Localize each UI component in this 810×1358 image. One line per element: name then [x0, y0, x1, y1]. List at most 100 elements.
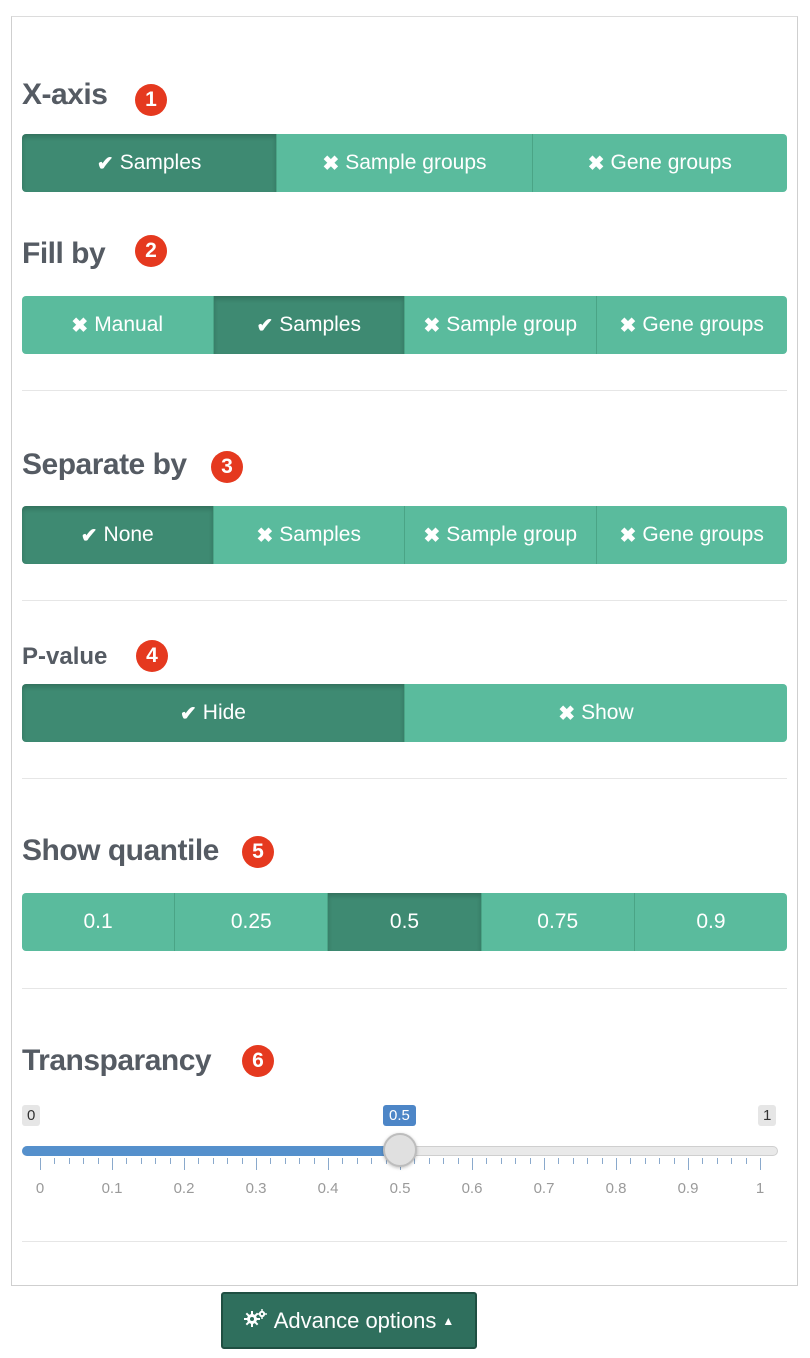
slider-tick	[544, 1158, 545, 1170]
slider-tick-label: 0.2	[173, 1180, 195, 1197]
fillby-option-button[interactable]: ✔ Samples	[213, 296, 405, 354]
separateby-button-group: ✔ None ✖ Samples ✖ Sample group ✖ Gene groups	[22, 506, 787, 564]
slider-max-label: 1	[758, 1105, 777, 1126]
xaxis-option-label: Gene groups	[610, 151, 732, 174]
quantile-option-button[interactable]: 0.75	[481, 893, 635, 951]
slider-tick	[112, 1158, 113, 1170]
advance-options-button[interactable]: Advance options ▲	[221, 1292, 477, 1349]
x-icon: ✖	[256, 524, 274, 547]
separateby-option-label: None	[103, 523, 154, 546]
slider-tick	[529, 1158, 531, 1164]
slider-tick	[587, 1158, 589, 1164]
check-icon: ✔	[180, 702, 197, 725]
slider-tick	[630, 1158, 632, 1164]
slider-tick	[472, 1158, 473, 1170]
slider-tick	[212, 1158, 214, 1164]
xaxis-title: X-axis	[22, 78, 108, 111]
transparancy-title: Transparancy	[22, 1044, 212, 1077]
slider-tick	[414, 1158, 416, 1164]
separateby-option-button[interactable]: ✖ Samples	[213, 506, 405, 564]
slider-tick	[284, 1158, 286, 1164]
slider-tick	[40, 1158, 41, 1170]
slider-tick	[97, 1158, 99, 1164]
slider-tick	[68, 1158, 70, 1164]
pvalue-option-button[interactable]: ✔ Hide	[22, 684, 405, 742]
separateby-option-button[interactable]: ✖ Gene groups	[596, 506, 787, 564]
x-icon: ✖	[322, 152, 340, 175]
xaxis-option-button[interactable]: ✔ Samples	[22, 134, 278, 192]
slider-tick	[428, 1158, 430, 1164]
slider-tick	[328, 1158, 329, 1170]
slider-min-label: 0	[22, 1105, 41, 1126]
slider-tick	[659, 1158, 661, 1164]
check-icon: ✔	[256, 314, 274, 337]
xaxis-option-label: Samples	[119, 151, 202, 174]
fillby-button-group: ✖ Manual ✔ Samples ✖ Sample group ✖ Gene groups	[22, 296, 787, 354]
slider-tick	[256, 1158, 257, 1170]
x-icon: ✖	[619, 524, 637, 547]
slider-tick	[731, 1158, 733, 1164]
slider-tick	[241, 1158, 243, 1164]
fillby-option-label: Sample group	[446, 313, 577, 336]
x-icon: ✖	[587, 152, 605, 175]
advance-options-label: Advance options	[273, 1307, 437, 1333]
separateby-option-button[interactable]: ✔ None	[22, 506, 214, 564]
quantile-option-button[interactable]: 0.25	[175, 893, 329, 951]
slider-tick	[198, 1158, 200, 1164]
quantile-button-group: 0.1 0.25 0.5 0.75 0.9	[22, 893, 788, 951]
fillby-option-button[interactable]: ✖ Manual	[22, 296, 214, 354]
slider-tick-label: 0.9	[677, 1180, 699, 1197]
slider-tick	[227, 1158, 229, 1164]
slider-tick	[169, 1158, 171, 1164]
fillby-option-button[interactable]: ✖ Gene groups	[596, 296, 787, 354]
slider-tick	[54, 1158, 56, 1164]
xaxis-option-button[interactable]: ✖ Sample groups	[277, 134, 533, 192]
slider-tick	[356, 1158, 358, 1164]
fillby-title: Fill by	[22, 237, 106, 270]
badge-6: 6	[242, 1045, 274, 1077]
slider-tick	[155, 1158, 157, 1164]
separateby-option-button[interactable]: ✖ Sample group	[405, 506, 597, 564]
slider-tick	[184, 1158, 185, 1170]
slider-tick	[83, 1158, 85, 1164]
quantile-option-button[interactable]: 0.9	[634, 893, 788, 951]
slider-tick	[500, 1158, 502, 1164]
x-icon: ✖	[71, 314, 89, 337]
transparancy-slider[interactable]: 0 1 0.5 0 0.1 0.2 0.3 0.4 0.5 0.6 0.7 0.8 0.9 1	[22, 1100, 787, 1210]
badge-1: 1	[135, 84, 167, 116]
badge-4: 4	[136, 640, 168, 672]
quantile-option-button[interactable]: 0.1	[22, 893, 176, 951]
slider-tick	[342, 1158, 344, 1164]
slider-tick	[313, 1158, 315, 1164]
slider-tick	[644, 1158, 646, 1164]
badge-5: 5	[242, 836, 274, 868]
check-icon: ✔	[80, 524, 98, 547]
slider-tick	[601, 1158, 603, 1164]
slider-handle[interactable]	[383, 1133, 417, 1167]
options-panel	[11, 16, 798, 1286]
slider-tick-label: 0.3	[245, 1180, 267, 1197]
separateby-option-label: Sample group	[446, 523, 577, 546]
pvalue-option-button[interactable]: ✖ Show	[405, 684, 787, 742]
x-icon: ✖	[619, 314, 637, 337]
slider-tick-label: 0.6	[461, 1180, 483, 1197]
check-icon: ✔	[96, 152, 114, 175]
fillby-option-button[interactable]: ✖ Sample group	[405, 296, 597, 354]
quantile-option-label: 0.1	[83, 910, 113, 933]
fillby-option-label: Samples	[279, 313, 361, 336]
x-icon: ✖	[558, 702, 576, 725]
xaxis-option-button[interactable]: ✖ Gene groups	[532, 134, 787, 192]
slider-tick	[126, 1158, 128, 1164]
slider-tick	[443, 1158, 445, 1164]
slider-tick-label: 1	[755, 1180, 765, 1197]
x-icon: ✖	[423, 314, 441, 337]
slider-tick	[140, 1158, 142, 1164]
quantile-title: Show quantile	[22, 834, 219, 867]
badge-3: 3	[211, 451, 243, 483]
fillby-option-label: Gene groups	[642, 313, 764, 336]
fillby-option-label: Manual	[94, 313, 164, 336]
quantile-option-button[interactable]: 0.5	[328, 893, 482, 951]
separateby-title: Separate by	[22, 448, 187, 481]
pvalue-title: P-value	[22, 643, 108, 670]
slider-tick-label: 0.4	[317, 1180, 339, 1197]
